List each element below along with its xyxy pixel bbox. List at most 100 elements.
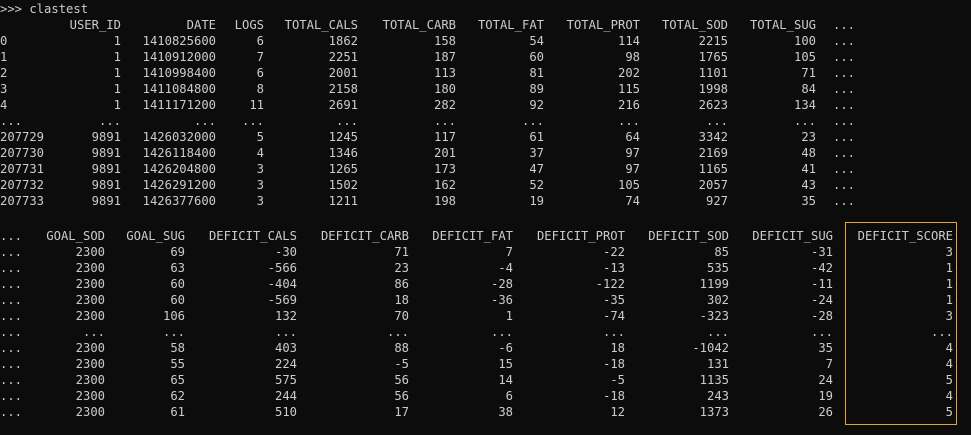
- table-cell: 54: [529, 34, 544, 48]
- table-cell: -569: [267, 293, 297, 307]
- table-cell: -1042: [692, 341, 729, 355]
- table-cell: 71: [801, 66, 816, 80]
- table-cell: 2300: [75, 245, 105, 259]
- table-cell: 2215: [698, 34, 728, 48]
- table-cell: 3: [256, 162, 264, 176]
- table-cell: 927: [705, 194, 728, 208]
- column-header: DEFICIT_SOD: [648, 229, 729, 243]
- table-cell: -122: [595, 277, 625, 291]
- table-cell: 162: [433, 178, 456, 192]
- table-cell: 55: [170, 357, 185, 371]
- table-row: 207733 9891 1426377600 3 1211 198 19 74 927 35...: [0, 193, 971, 209]
- table-cell: 1998: [698, 82, 728, 96]
- table-cell: 134: [793, 98, 816, 112]
- table-cell: ...: [241, 114, 264, 128]
- column-header: USER_ID: [69, 18, 121, 32]
- table-cell: 207730: [0, 146, 45, 160]
- table-cell: 1426204800: [142, 162, 216, 176]
- table-cell: ...: [833, 162, 856, 176]
- table-row: ... 2300 62 244 56 6 -18 243 19 4: [0, 388, 971, 404]
- table-row: 207730 9891 1426118400 4 1346 201 37 97 2169 48..…: [0, 145, 971, 161]
- table-cell: 207731: [0, 162, 45, 176]
- table-cell: 207732: [0, 178, 45, 192]
- table-cell: 41: [801, 162, 816, 176]
- column-header: TOTAL_SUG: [749, 18, 816, 32]
- table-cell: 224: [274, 357, 297, 371]
- table-cell: -18: [602, 357, 625, 371]
- table-cell: 97: [625, 162, 640, 176]
- table-cell: ...: [833, 130, 856, 144]
- table-row: ... 2300 60 -404 86 -28 -122 1199 -11 1: [0, 276, 971, 292]
- table-cell: ...: [833, 66, 856, 80]
- table-cell: 9891: [91, 146, 121, 160]
- table-cell: 106: [162, 309, 185, 323]
- table-row: 207731 9891 1426204800 3 1265 173 47 97 1165 41..…: [0, 161, 971, 177]
- table-cell: ...: [335, 114, 358, 128]
- terminal-window[interactable]: >>> clastest USER_ID DATE LOGS TOTAL_CALS TO…: [0, 0, 971, 435]
- table-cell: ...: [833, 98, 856, 112]
- table-cell: ...: [98, 114, 121, 128]
- table-cell: 114: [617, 34, 640, 48]
- table-cell: 1411171200: [142, 98, 216, 112]
- table-cell: ...: [0, 114, 23, 128]
- table-cell: ...: [0, 389, 23, 403]
- table-row: ... 2300 65 575 56 14 -5 1135 24 5: [0, 372, 971, 388]
- table-cell: 2158: [328, 82, 358, 96]
- table-cell: 1: [113, 34, 121, 48]
- table-cell: -22: [602, 245, 625, 259]
- table-cell: 132: [274, 309, 297, 323]
- prompt-line: >>> clastest: [0, 2, 89, 16]
- table-cell: 15: [498, 357, 513, 371]
- table-cell: 510: [274, 405, 297, 419]
- table-cell: 244: [274, 389, 297, 403]
- table-cell: 17: [394, 405, 409, 419]
- table-cell: 1245: [328, 130, 358, 144]
- table-row: 1 1 1410912000 7 2251 187 60 98 1765 105...: [0, 49, 971, 65]
- table-cell: 2691: [328, 98, 358, 112]
- table-cell: 1: [0, 50, 8, 64]
- table-cell: 1410912000: [142, 50, 216, 64]
- table-cell: 1: [505, 309, 513, 323]
- table-cell: 173: [433, 162, 456, 176]
- table-cell: 2300: [75, 373, 105, 387]
- table-cell: 1: [113, 66, 121, 80]
- table-cell: 19: [529, 194, 544, 208]
- table-cell: 89: [529, 82, 544, 96]
- table-cell: 7: [256, 50, 264, 64]
- table-cell: 115: [617, 82, 640, 96]
- table-cell: 64: [625, 130, 640, 144]
- column-header: DATE: [186, 18, 216, 32]
- table-cell: 84: [801, 82, 816, 96]
- table-cell: 5: [256, 130, 264, 144]
- table-cell: 187: [433, 50, 456, 64]
- table-cell: 198: [433, 194, 456, 208]
- table-cell: -28: [810, 309, 833, 323]
- table-cell: ...: [705, 114, 728, 128]
- table-cell: 85: [714, 245, 729, 259]
- table-cell: -404: [267, 277, 297, 291]
- table-cell: 1346: [328, 146, 358, 160]
- table-cell: 14: [498, 373, 513, 387]
- table-cell: ...: [521, 114, 544, 128]
- table-cell: ...: [833, 146, 856, 160]
- table-row: 207732 9891 1426291200 3 1502 162 52 105 2057 43.…: [0, 177, 971, 193]
- table-cell: ...: [833, 34, 856, 48]
- table-cell: 1411084800: [142, 82, 216, 96]
- table-cell: 97: [625, 146, 640, 160]
- table-cell: 158: [433, 34, 456, 48]
- table-cell: 1502: [328, 178, 358, 192]
- table-cell: 52: [529, 178, 544, 192]
- table-header-row: ... GOAL_SOD GOAL_SUG DEFICIT_CALS DEFICIT_C…: [0, 228, 971, 244]
- table-row: 0 1 1410825600 6 1862 158 54 114 2215 100...: [0, 33, 971, 49]
- table-cell: 1765: [698, 50, 728, 64]
- table-cell: 6: [505, 389, 513, 403]
- table-cell: 7: [505, 245, 513, 259]
- table-cell: ...: [793, 114, 816, 128]
- table-cell: 575: [274, 373, 297, 387]
- table-cell: ...: [0, 277, 23, 291]
- table-cell: 56: [394, 389, 409, 403]
- table-cell: 19: [818, 389, 833, 403]
- table-cell: -35: [602, 293, 625, 307]
- table-cell: 535: [706, 261, 729, 275]
- column-header: GOAL_SUG: [126, 229, 185, 243]
